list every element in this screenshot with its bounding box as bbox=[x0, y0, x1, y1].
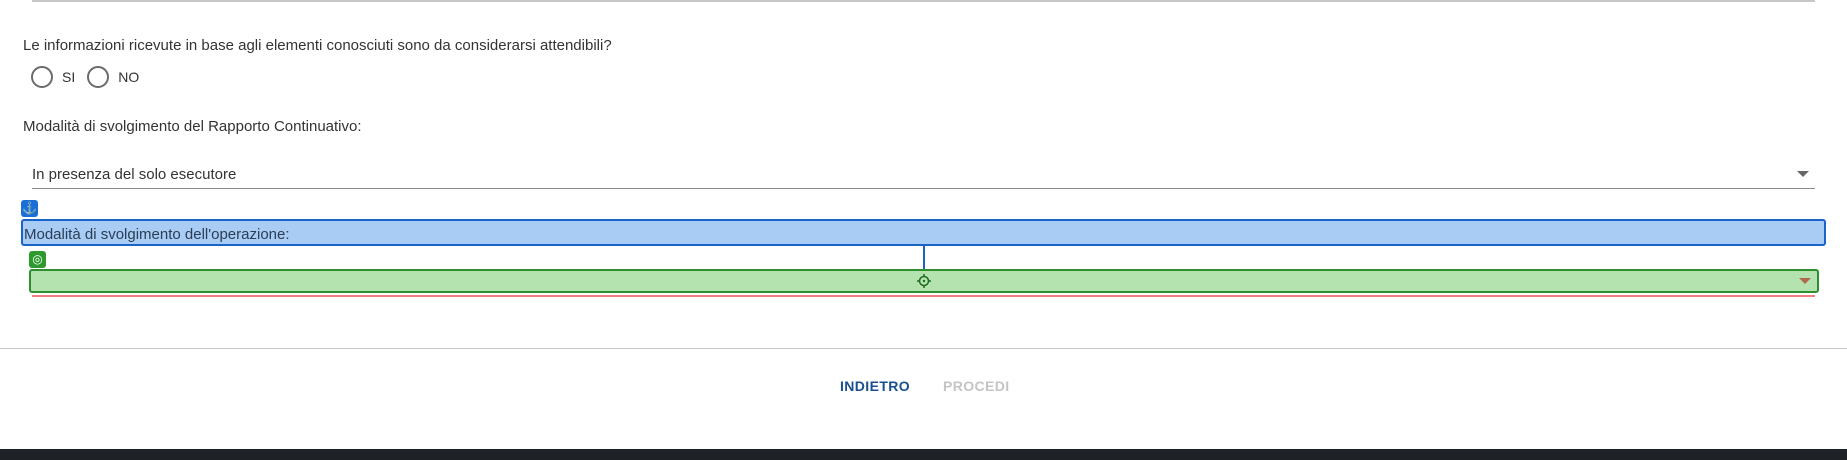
chevron-down-icon bbox=[1797, 171, 1809, 177]
radio-si-circle[interactable] bbox=[31, 66, 53, 88]
radio-no-label: NO bbox=[118, 69, 140, 85]
radio-option-si[interactable]: SI bbox=[31, 66, 75, 88]
chevron-down-icon bbox=[1799, 278, 1811, 284]
operazione-label-highlight: Modalità di svolgimento dell'operazione: bbox=[21, 219, 1826, 246]
rapporto-select[interactable]: In presenza del solo esecutore bbox=[32, 162, 1815, 189]
anchor-icon: ⚓ bbox=[21, 200, 38, 217]
operazione-select[interactable] bbox=[29, 269, 1819, 293]
radio-no-circle[interactable] bbox=[87, 66, 110, 88]
operazione-label: Modalità di svolgimento dell'operazione: bbox=[24, 226, 290, 243]
rapporto-label: Modalità di svolgimento del Rapporto Con… bbox=[23, 118, 362, 135]
operazione-error-underline bbox=[32, 295, 1815, 297]
footer-divider bbox=[0, 348, 1847, 349]
crosshair-icon bbox=[917, 274, 931, 288]
radio-option-no[interactable]: NO bbox=[87, 66, 139, 88]
top-divider bbox=[32, 0, 1815, 2]
reliability-question: Le informazioni ricevute in base agli el… bbox=[23, 37, 612, 54]
reliability-radio-group: SI NO bbox=[31, 66, 151, 88]
back-button[interactable]: INDIETRO bbox=[840, 378, 910, 394]
target-icon: ◎ bbox=[29, 251, 46, 268]
overlay-connector-line bbox=[923, 246, 925, 270]
radio-si-label: SI bbox=[62, 69, 76, 85]
taskbar-strip bbox=[0, 449, 1847, 460]
next-button[interactable]: PROCEDI bbox=[943, 378, 1010, 394]
rapporto-select-value: In presenza del solo esecutore bbox=[32, 166, 237, 183]
